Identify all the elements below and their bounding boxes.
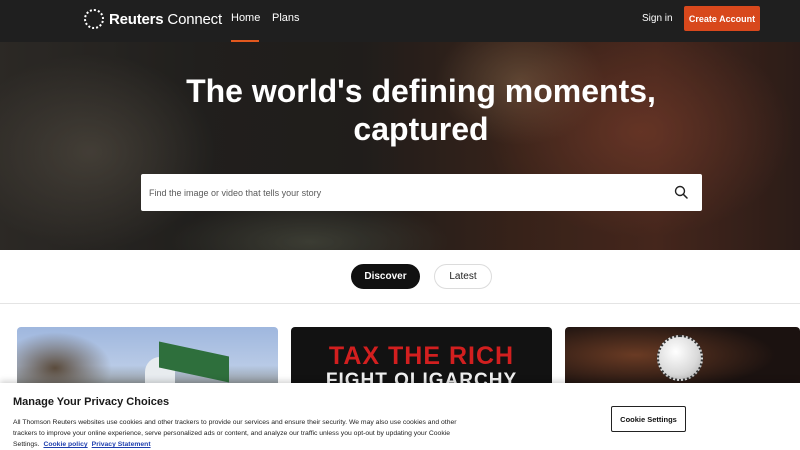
cookie-policy-link[interactable]: Cookie policy <box>43 441 87 448</box>
hero-title-line-2: captured <box>353 111 489 147</box>
tab-latest[interactable]: Latest <box>434 264 492 289</box>
content-tabs: Discover Latest <box>0 250 800 304</box>
search-bar <box>141 174 702 211</box>
privacy-body: All Thomson Reuters websites use cookies… <box>13 417 473 450</box>
create-account-button[interactable]: Create Account <box>684 6 760 31</box>
privacy-title: Manage Your Privacy Choices <box>13 396 170 408</box>
search-icon[interactable] <box>674 185 688 199</box>
privacy-statement-link[interactable]: Privacy Statement <box>92 441 151 448</box>
tab-discover[interactable]: Discover <box>351 264 420 289</box>
card-sign-text-1: TAX THE RICH <box>328 342 515 370</box>
sign-in-link[interactable]: Sign in <box>642 13 673 24</box>
nav-plans[interactable]: Plans <box>272 12 300 24</box>
reuters-logo-icon <box>84 9 104 29</box>
top-navigation: Reuters Connect Home Plans Sign in Creat… <box>0 0 800 42</box>
hero-banner: The world's defining moments, captured <box>0 42 800 250</box>
hero-title-line-1: The world's defining moments, <box>186 73 656 109</box>
hero-title: The world's defining moments, captured <box>0 72 800 148</box>
nav-home[interactable]: Home <box>231 12 260 24</box>
brand-name: Reuters Connect <box>109 10 222 28</box>
search-input[interactable] <box>141 174 661 211</box>
soccer-ball-image <box>657 335 703 381</box>
cookie-settings-button[interactable]: Cookie Settings <box>611 406 686 432</box>
privacy-banner: Manage Your Privacy Choices All Thomson … <box>0 383 800 450</box>
reuters-connect-logo[interactable]: Reuters Connect <box>84 9 222 29</box>
